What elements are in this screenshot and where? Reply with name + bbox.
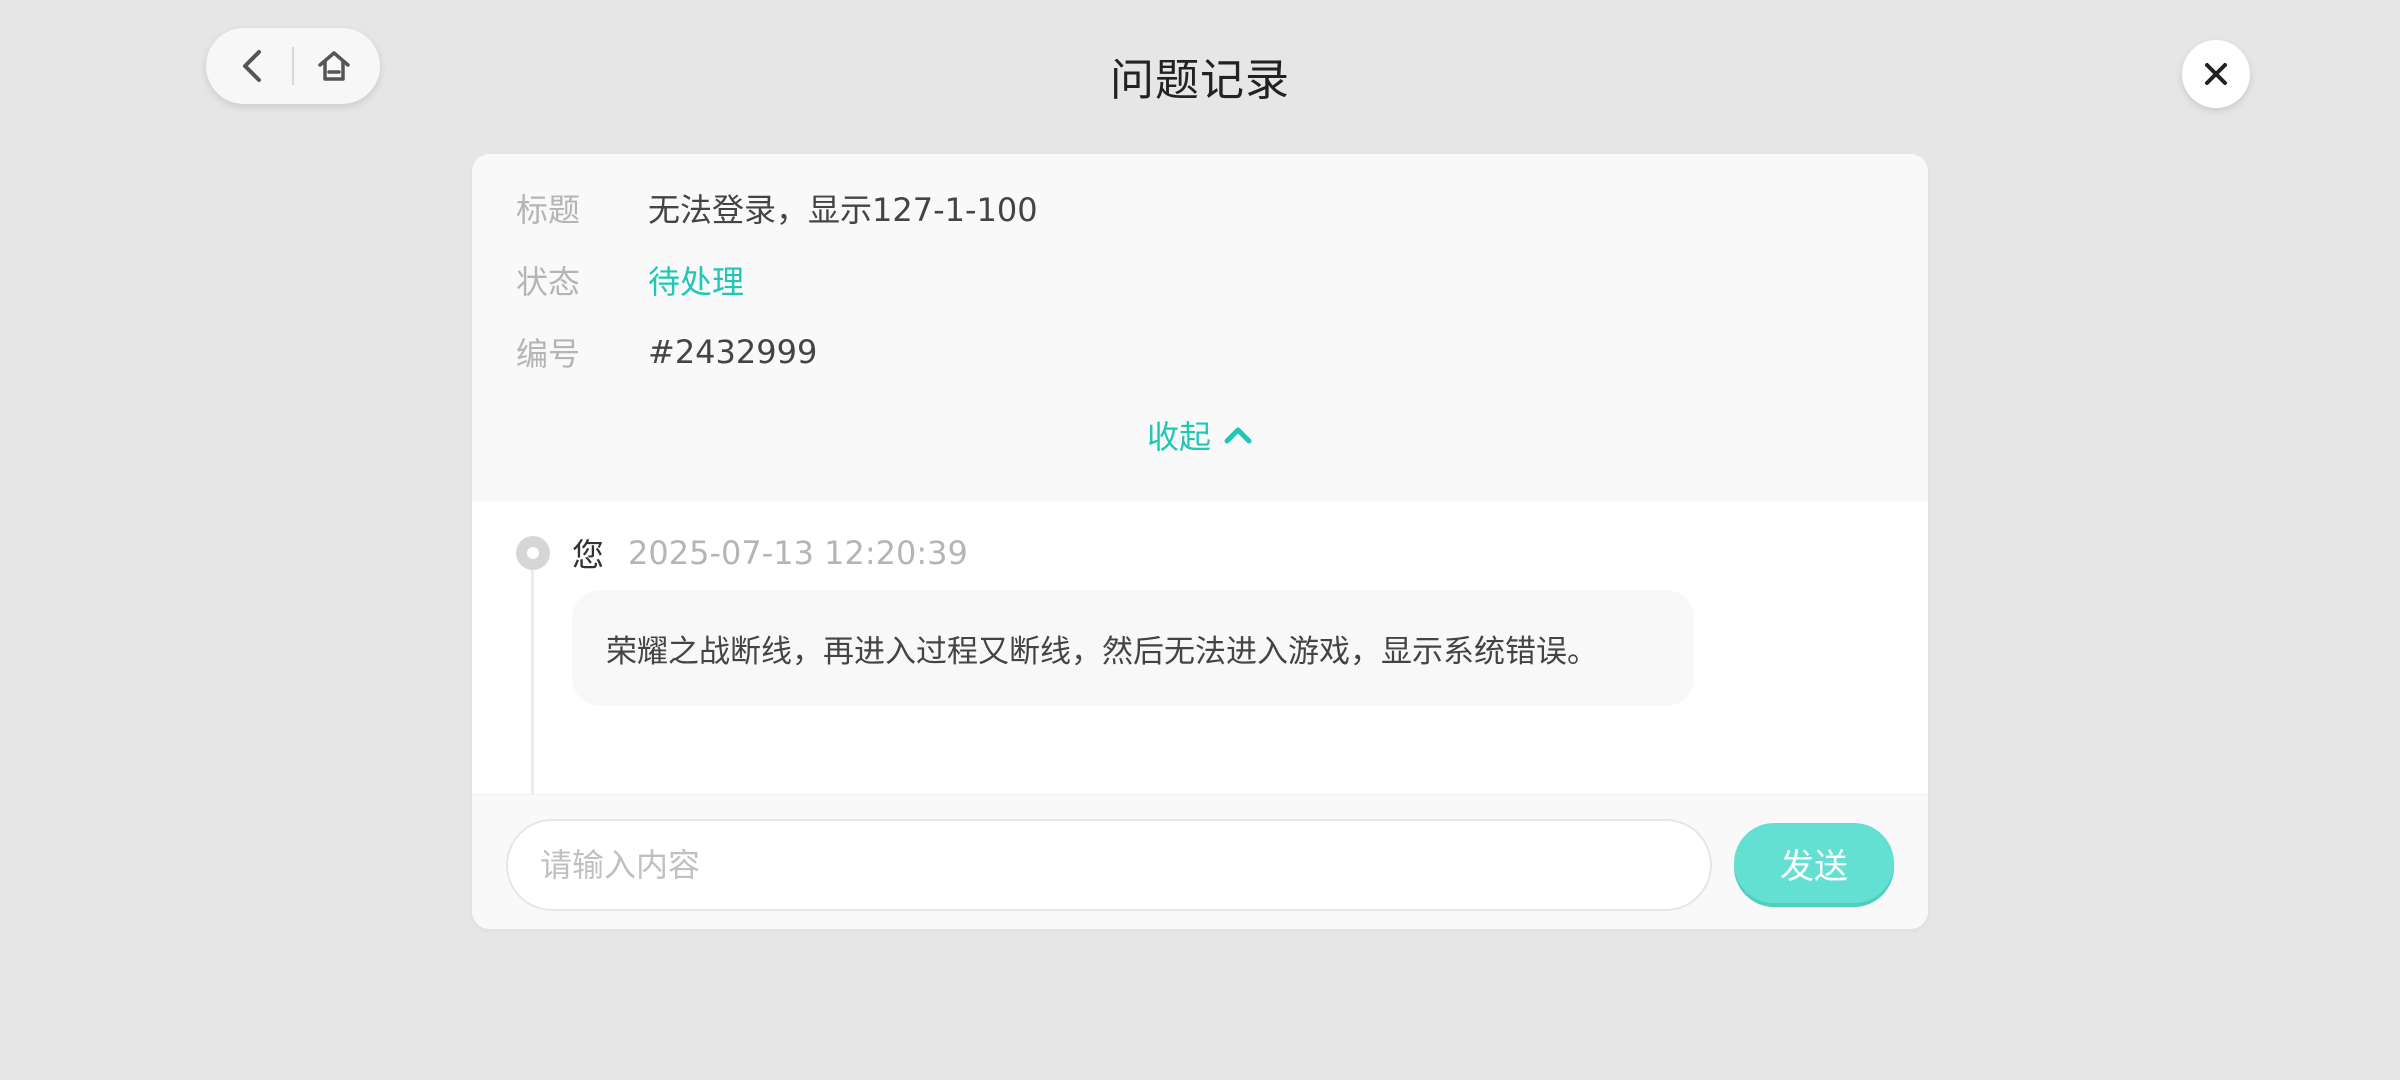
ticket-title-label: 标题	[516, 191, 581, 229]
message-header: 您 2025-07-13 12:20:39	[572, 530, 968, 576]
timeline-dot-icon	[516, 536, 550, 570]
close-icon	[2205, 63, 2227, 85]
ticket-id-value: #2432999	[648, 333, 818, 371]
ticket-status-label: 状态	[516, 263, 581, 301]
close-button[interactable]	[2182, 40, 2250, 108]
ticket-id-row: 编号 #2432999	[516, 328, 817, 376]
ticket-id-label: 编号	[516, 335, 581, 373]
composer-bar: 发送	[472, 794, 1928, 929]
message-bubble: 荣耀之战断线，再进入过程又断线，然后无法进入游戏，显示系统错误。	[572, 590, 1694, 706]
ticket-title-value: 无法登录，显示127-1-100	[648, 191, 1038, 229]
message-time: 2025-07-13 12:20:39	[628, 534, 968, 572]
ticket-info-panel: 标题 无法登录，显示127-1-100 状态 待处理 编号 #2432999 收…	[472, 154, 1928, 502]
message-input[interactable]	[506, 819, 1712, 911]
ticket-title-row: 标题 无法登录，显示127-1-100	[516, 184, 1038, 232]
collapse-label: 收起	[1146, 418, 1211, 456]
ticket-status-value: 待处理	[648, 263, 745, 301]
ticket-status-row: 状态 待处理	[516, 256, 744, 304]
ticket-card: 标题 无法登录，显示127-1-100 状态 待处理 编号 #2432999 收…	[472, 154, 1928, 929]
collapse-toggle[interactable]: 收起	[472, 412, 1928, 458]
send-button[interactable]: 发送	[1734, 823, 1894, 903]
timeline-line	[531, 570, 534, 800]
page-title: 问题记录	[1110, 55, 1290, 106]
message-text: 荣耀之战断线，再进入过程又断线，然后无法进入游戏，显示系统错误。	[606, 633, 1598, 670]
message-author: 您	[572, 536, 605, 574]
chevron-up-icon	[1223, 425, 1253, 445]
